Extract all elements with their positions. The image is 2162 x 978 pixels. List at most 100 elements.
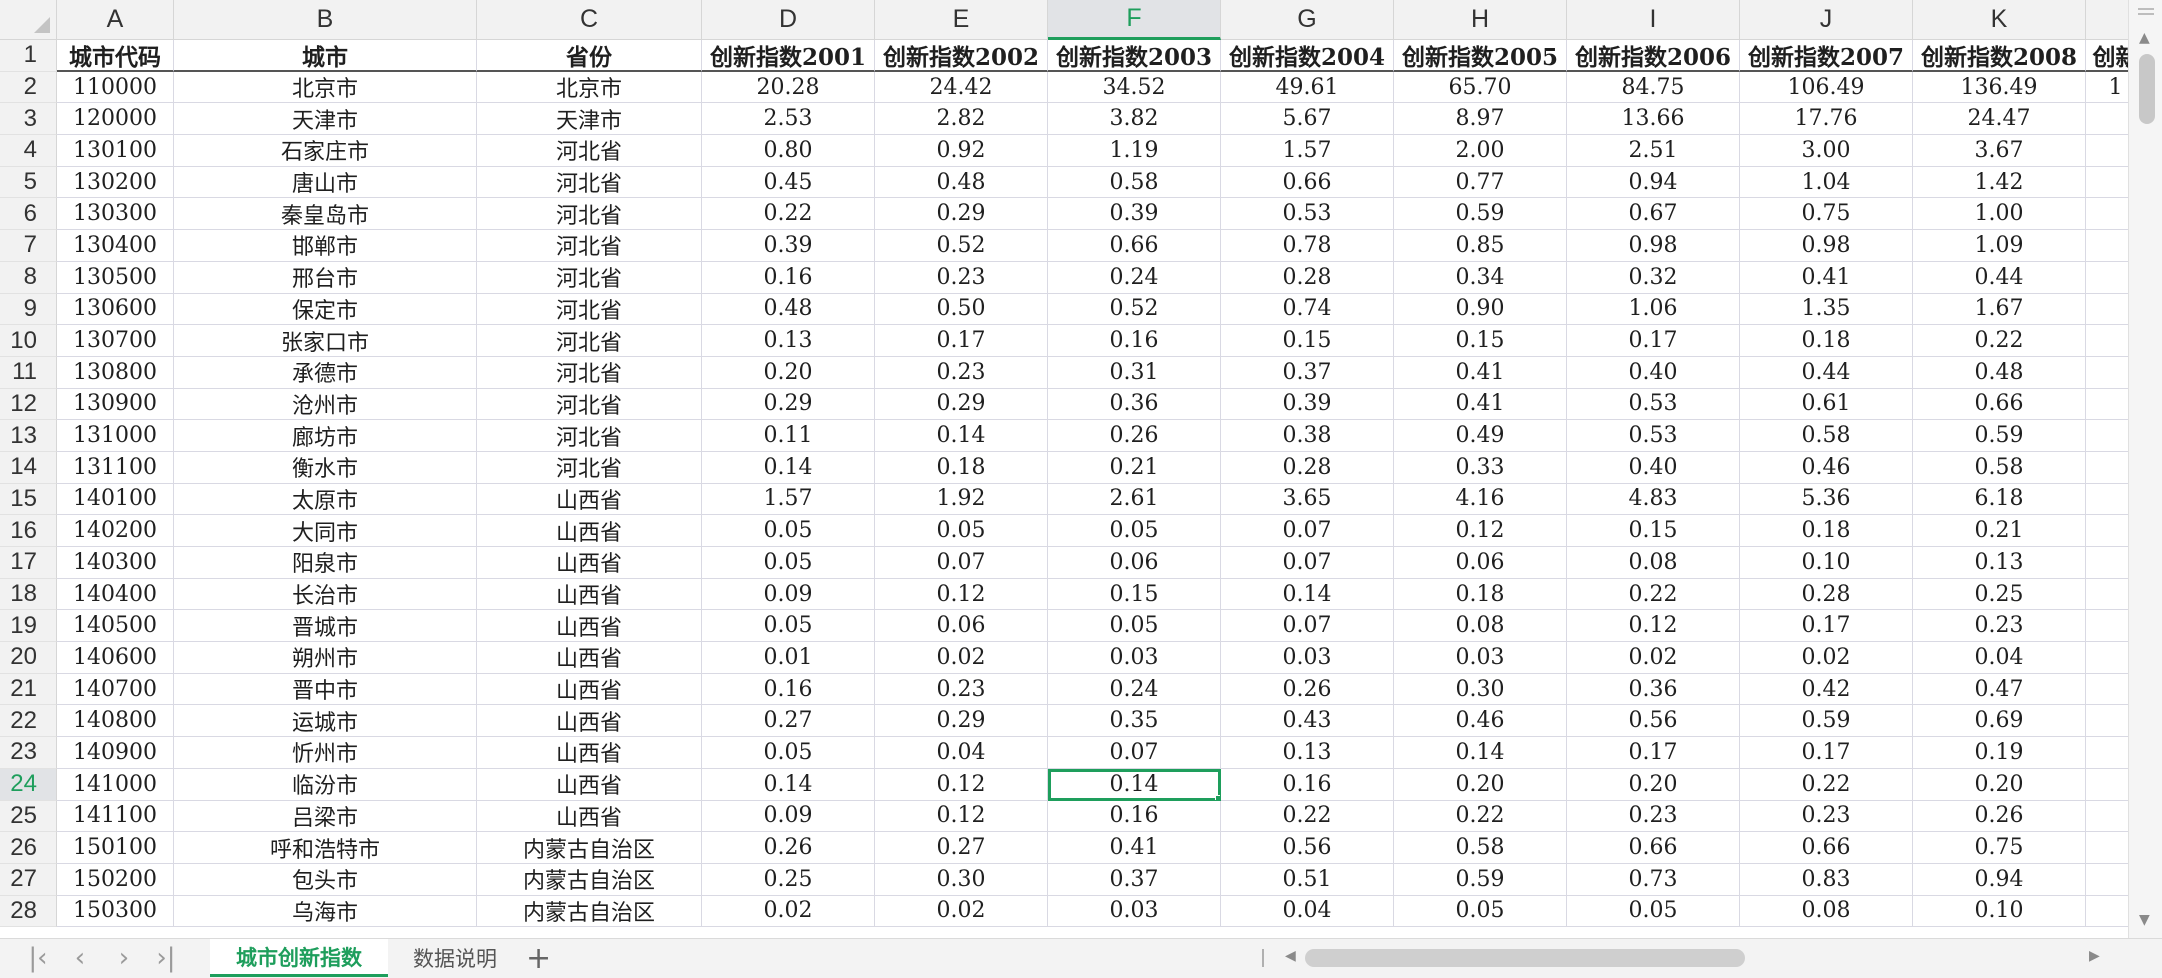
table-cell[interactable]: 内蒙古自治区 (477, 863, 702, 896)
column-header-F[interactable]: F (1048, 0, 1221, 40)
table-cell[interactable]: 140900 (57, 737, 174, 769)
table-cell[interactable]: 河北省 (477, 451, 702, 484)
table-cell[interactable]: 0.78 (1221, 230, 1394, 262)
header-cell[interactable]: 创新指数2008 (1913, 40, 2086, 72)
table-cell[interactable]: 0.80 (702, 135, 875, 167)
table-cell[interactable]: 0.07 (1221, 547, 1394, 579)
table-cell[interactable]: 0.90 (1394, 293, 1567, 326)
table-cell[interactable]: 0.41 (1394, 356, 1567, 389)
table-cell[interactable]: 0.29 (875, 198, 1048, 231)
table-cell[interactable]: 140500 (57, 610, 174, 643)
table-cell[interactable]: 0.39 (1221, 388, 1394, 421)
row-header[interactable]: 16 (0, 515, 57, 547)
table-cell[interactable]: 1.04 (1740, 166, 1913, 199)
table-cell[interactable]: 0.33 (1394, 451, 1567, 484)
table-cell[interactable]: 3.65 (1221, 483, 1394, 516)
table-cell[interactable]: 0.20 (1567, 768, 1740, 801)
table-cell[interactable]: 49.61 (1221, 71, 1394, 104)
table-cell[interactable]: 0.04 (1913, 642, 2086, 674)
table-cell[interactable]: 0.05 (1048, 515, 1221, 547)
table-cell[interactable]: 0.05 (1567, 895, 1740, 928)
table-cell[interactable]: 0.53 (1567, 388, 1740, 421)
row-header[interactable]: 28 (0, 895, 57, 928)
table-cell[interactable]: 0.58 (1048, 166, 1221, 199)
table-cell[interactable]: 130100 (57, 135, 174, 167)
table-cell[interactable]: 0.17 (875, 325, 1048, 357)
table-cell[interactable]: 130700 (57, 325, 174, 357)
table-cell[interactable]: 0.43 (1221, 705, 1394, 738)
table-cell[interactable]: 34.52 (1048, 71, 1221, 104)
horizontal-scroll-thumb[interactable] (1305, 949, 1745, 967)
table-cell[interactable]: 0.07 (875, 547, 1048, 579)
table-cell[interactable] (2086, 262, 2128, 294)
table-cell[interactable] (2086, 294, 2128, 326)
table-cell[interactable]: 0.12 (875, 578, 1048, 611)
table-cell[interactable]: 沧州市 (174, 388, 477, 421)
table-cell[interactable]: 0.12 (875, 800, 1048, 833)
table-cell[interactable] (2086, 420, 2128, 452)
table-cell[interactable]: 0.41 (1740, 261, 1913, 294)
row-header[interactable]: 23 (0, 737, 57, 769)
table-cell[interactable]: 太原市 (174, 483, 477, 516)
table-cell[interactable]: 0.02 (1740, 642, 1913, 674)
table-cell[interactable]: 阳泉市 (174, 547, 477, 579)
table-cell[interactable]: 秦皇岛市 (174, 198, 477, 231)
table-cell[interactable]: 0.29 (702, 388, 875, 421)
table-cell[interactable]: 0.04 (1221, 895, 1394, 928)
table-cell[interactable]: 1.00 (1913, 198, 2086, 231)
table-cell[interactable]: 0.17 (1567, 325, 1740, 357)
table-cell[interactable]: 131000 (57, 420, 174, 452)
table-cell[interactable]: 0.25 (1913, 578, 2086, 611)
table-cell[interactable]: 山西省 (477, 642, 702, 674)
table-cell[interactable]: 0.22 (1913, 325, 2086, 357)
scroll-up-arrow-icon[interactable]: ▲ (2139, 30, 2150, 46)
fill-handle[interactable] (1215, 794, 1220, 800)
table-cell[interactable]: 3.67 (1913, 135, 2086, 167)
table-cell[interactable]: 0.50 (875, 293, 1048, 326)
table-cell[interactable] (2086, 167, 2128, 199)
row-header[interactable]: 15 (0, 483, 57, 516)
table-cell[interactable]: 0.04 (875, 737, 1048, 769)
table-cell[interactable]: 0.37 (1221, 356, 1394, 389)
table-cell[interactable]: 0.05 (1048, 610, 1221, 643)
table-cell[interactable]: 天津市 (174, 103, 477, 136)
table-cell[interactable]: 0.15 (1394, 325, 1567, 357)
table-cell[interactable]: 0.06 (875, 610, 1048, 643)
table-cell[interactable]: 1.42 (1913, 166, 2086, 199)
table-cell[interactable]: 0.03 (1221, 642, 1394, 674)
table-cell[interactable]: 唐山市 (174, 166, 477, 199)
table-cell[interactable]: 0.42 (1740, 673, 1913, 706)
table-cell[interactable]: 2.53 (702, 103, 875, 136)
table-cell[interactable]: 0.05 (702, 610, 875, 643)
table-cell[interactable]: 河北省 (477, 261, 702, 294)
table-cell[interactable]: 0.73 (1567, 863, 1740, 896)
table-cell[interactable]: 141100 (57, 800, 174, 833)
table-cell[interactable]: 3.00 (1740, 135, 1913, 167)
table-cell[interactable]: 0.94 (1913, 863, 2086, 896)
table-cell[interactable]: 0.08 (1567, 547, 1740, 579)
table-cell[interactable]: 0.24 (1048, 261, 1221, 294)
table-cell[interactable]: 河北省 (477, 293, 702, 326)
column-header-I[interactable]: I (1567, 0, 1740, 40)
table-cell[interactable]: 2.61 (1048, 483, 1221, 516)
table-cell[interactable] (2086, 864, 2128, 896)
table-cell[interactable]: 150200 (57, 863, 174, 896)
row-header[interactable]: 1 (0, 40, 57, 72)
table-cell[interactable]: 0.36 (1048, 388, 1221, 421)
table-cell[interactable]: 0.75 (1913, 832, 2086, 864)
table-cell[interactable]: 0.06 (1048, 547, 1221, 579)
row-header[interactable]: 13 (0, 420, 57, 452)
table-cell[interactable]: 山西省 (477, 800, 702, 833)
header-cell[interactable]: 创新指数2002 (875, 40, 1048, 72)
table-cell[interactable]: 0.59 (1913, 420, 2086, 452)
table-cell[interactable]: 0.12 (875, 768, 1048, 801)
table-cell[interactable]: 承德市 (174, 356, 477, 389)
table-cell[interactable]: 0.05 (702, 515, 875, 547)
column-header-B[interactable]: B (174, 0, 477, 40)
table-cell[interactable]: 山西省 (477, 737, 702, 769)
column-header-D[interactable]: D (702, 0, 875, 40)
table-cell[interactable]: 0.10 (1740, 547, 1913, 579)
table-cell[interactable]: 0.26 (702, 832, 875, 864)
table-cell[interactable]: 65.70 (1394, 71, 1567, 104)
horizontal-scrollbar[interactable]: ◀ ▶ (1285, 947, 2105, 971)
